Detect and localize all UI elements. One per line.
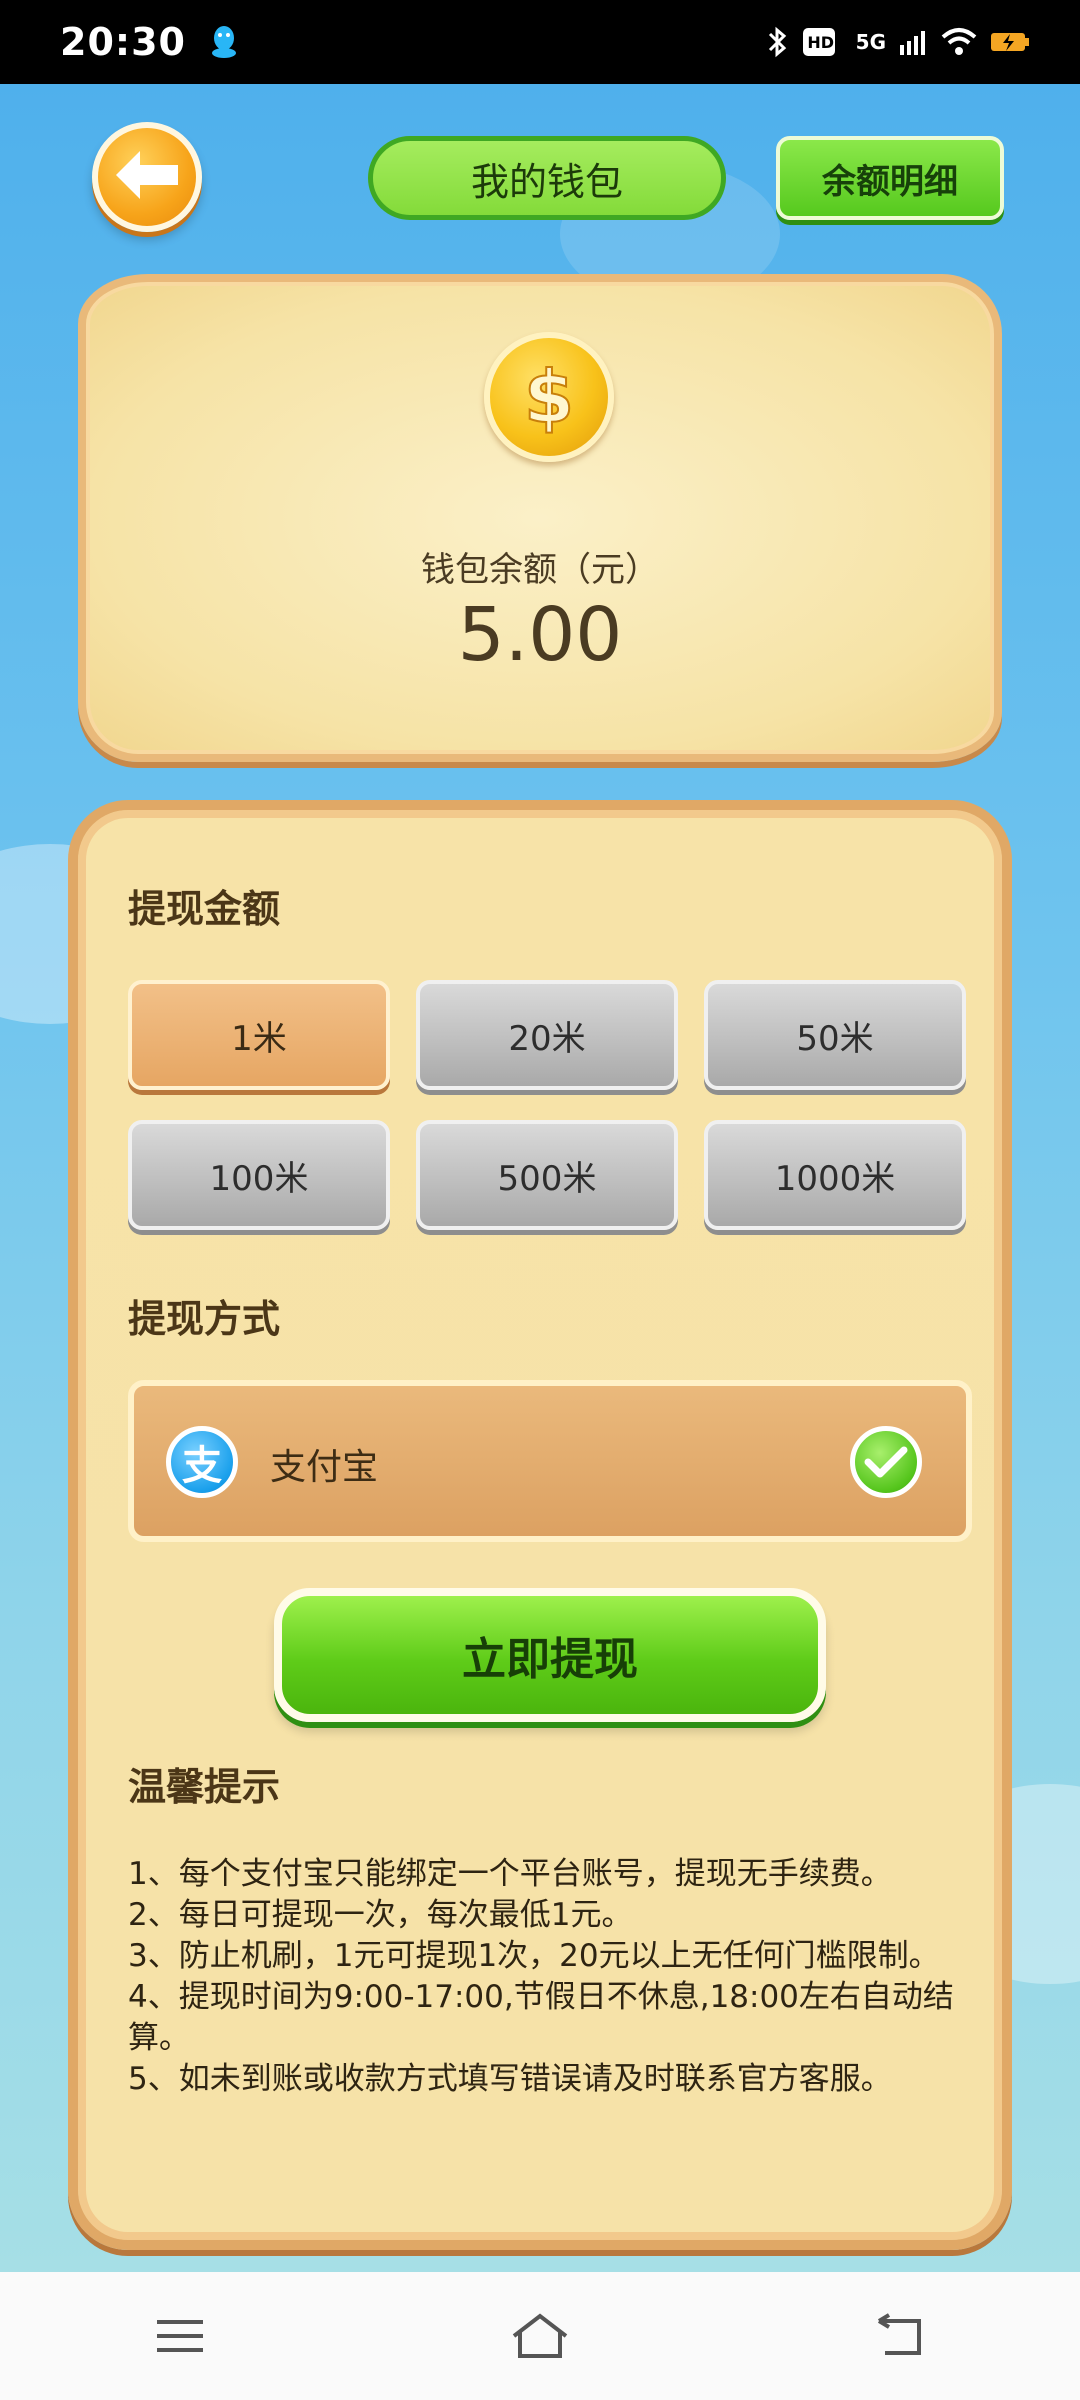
status-bar: 20:30 HD 5G xyxy=(0,0,1080,84)
check-icon xyxy=(850,1426,922,1498)
amount-option[interactable]: 100米 xyxy=(128,1120,390,1230)
amount-option[interactable]: 1000米 xyxy=(704,1120,966,1230)
withdraw-now-button[interactable]: 立即提现 xyxy=(274,1588,826,1722)
app-area: 我的钱包 余额明细 $ 钱包余额（元） 5.00 提现金额 1米 20米 50米… xyxy=(0,84,1080,2272)
menu-icon[interactable] xyxy=(120,2296,240,2376)
svg-text:$: $ xyxy=(524,355,574,439)
battery-charging-icon xyxy=(990,29,1030,55)
amount-section-title: 提现金额 xyxy=(128,887,281,931)
qq-icon xyxy=(210,25,238,59)
method-section-title: 提现方式 xyxy=(128,1297,281,1341)
signal-5g-icon xyxy=(898,27,928,57)
status-time: 20:30 xyxy=(60,20,186,64)
amount-label: 100米 xyxy=(209,1158,309,1199)
balance-label: 钱包余额（元） xyxy=(421,550,659,590)
withdraw-card: 提现金额 1米 20米 50米 100米 500米 1000米 提现方式 支 支… xyxy=(68,800,1012,2250)
back-button[interactable] xyxy=(92,122,202,232)
wifi-icon xyxy=(940,27,978,57)
amount-option[interactable]: 500米 xyxy=(416,1120,678,1230)
tip-item: 4、提现时间为9:00-17:00,节假日不休息,18:00左右自动结算。 xyxy=(128,1979,954,2056)
payment-label: 支付宝 xyxy=(270,1447,379,1488)
tip-item: 3、防止机刷，1元可提现1次，20元以上无任何门槛限制。 xyxy=(128,1938,940,1974)
status-left: 20:30 xyxy=(60,20,238,64)
page-title: 我的钱包 xyxy=(368,136,726,220)
amount-label: 1000米 xyxy=(774,1158,896,1199)
amount-label: 20米 xyxy=(508,1018,586,1059)
balance-value: 5.00 xyxy=(457,592,623,678)
tips-list: 1、每个支付宝只能绑定一个平台账号，提现无手续费。 2、每日可提现一次，每次最低… xyxy=(128,1854,988,2100)
amount-label: 50米 xyxy=(796,1018,874,1059)
tips-title: 温馨提示 xyxy=(128,1765,281,1809)
balance-card: $ 钱包余额（元） 5.00 xyxy=(78,274,1002,762)
amount-option[interactable]: 20米 xyxy=(416,980,678,1090)
alipay-icon: 支 xyxy=(166,1426,238,1498)
back-icon[interactable] xyxy=(840,2296,960,2376)
network-label: 5G xyxy=(855,30,886,54)
arrow-left-icon xyxy=(112,147,182,207)
system-nav-bar xyxy=(0,2272,1080,2400)
amount-label: 1米 xyxy=(231,1018,287,1059)
hd-label: HD xyxy=(807,32,834,52)
home-icon[interactable] xyxy=(480,2296,600,2376)
dollar-coin-icon: $ xyxy=(484,332,614,462)
payment-option-alipay[interactable]: 支 支付宝 xyxy=(128,1380,972,1542)
amount-option[interactable]: 50米 xyxy=(704,980,966,1090)
amount-option[interactable]: 1米 xyxy=(128,980,390,1090)
amount-label: 500米 xyxy=(497,1158,597,1199)
balance-detail-button[interactable]: 余额明细 xyxy=(776,136,1004,220)
tip-item: 2、每日可提现一次，每次最低1元。 xyxy=(128,1897,633,1933)
tip-item: 1、每个支付宝只能绑定一个平台账号，提现无手续费。 xyxy=(128,1856,892,1892)
bluetooth-icon xyxy=(764,26,790,58)
tip-item: 5、如未到账或收款方式填写错误请及时联系官方客服。 xyxy=(128,2061,892,2097)
status-right: HD 5G xyxy=(764,26,1030,58)
